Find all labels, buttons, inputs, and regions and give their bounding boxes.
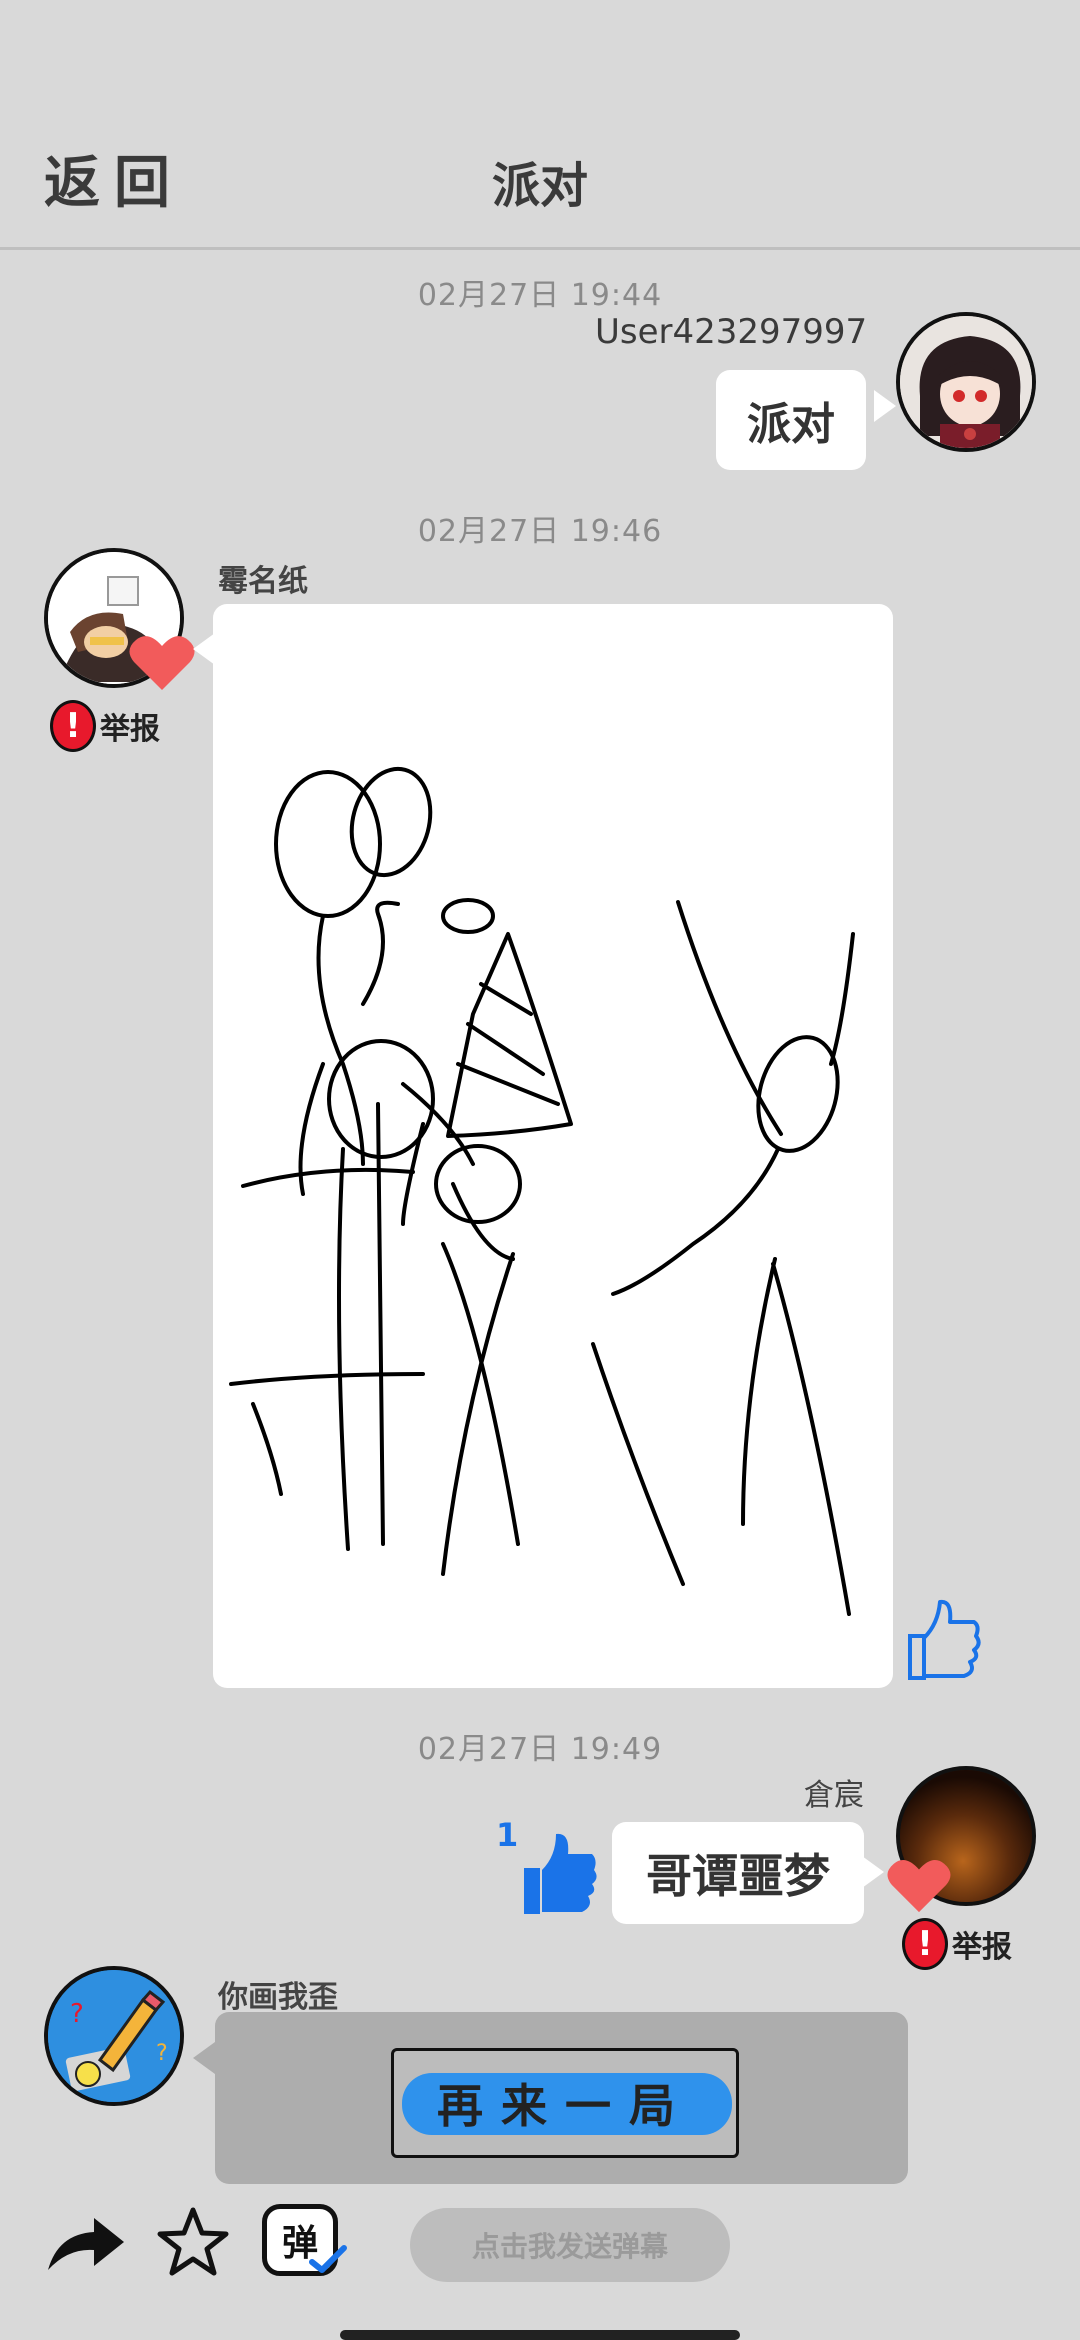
- exclamation-icon: !: [50, 700, 96, 752]
- username: 霉名纸: [218, 564, 308, 599]
- timestamp: 02月27日 19:46: [417, 514, 663, 549]
- thumbs-up-filled-icon[interactable]: [520, 1830, 598, 1920]
- drawing-canvas[interactable]: [213, 604, 893, 1688]
- username: User423297997: [595, 312, 868, 352]
- message-bubble[interactable]: 哥谭噩梦: [612, 1822, 864, 1924]
- danmaku-input[interactable]: 点击我发送弹幕: [410, 2208, 730, 2282]
- heart-icon[interactable]: [886, 1856, 952, 1920]
- timestamp: 02月27日 19:44: [417, 278, 663, 313]
- star-icon[interactable]: [156, 2206, 230, 2282]
- game-name: 你画我歪: [218, 1980, 338, 2015]
- header-divider: [0, 247, 1080, 250]
- check-icon: [309, 2245, 347, 2273]
- home-indicator[interactable]: [340, 2330, 740, 2340]
- heart-icon[interactable]: [128, 632, 196, 698]
- party-drawing: [229, 766, 855, 1616]
- message-bubble[interactable]: 派对: [716, 370, 866, 470]
- danmaku-toggle-icon[interactable]: 弹: [262, 2204, 347, 2280]
- bubble-tail: [193, 633, 215, 665]
- report-button[interactable]: ! 举报: [902, 1918, 1012, 1970]
- header: 返回 派对: [0, 0, 1080, 250]
- avatar[interactable]: ? ?: [44, 1966, 184, 2106]
- page-title: 派对: [491, 158, 588, 214]
- game-card: 再来一局: [215, 2012, 908, 2184]
- play-again-label: 再来一局: [437, 2079, 693, 2133]
- svg-text:?: ?: [70, 1999, 84, 2029]
- report-label: 举报: [952, 1930, 1012, 1965]
- report-button[interactable]: ! 举报: [50, 700, 160, 752]
- like-count: 1: [496, 1816, 519, 1854]
- thumbs-up-outline-icon[interactable]: [904, 1596, 982, 1686]
- svg-text:?: ?: [156, 2041, 168, 2066]
- report-label: 举报: [100, 712, 160, 747]
- bubble-tail: [874, 390, 896, 422]
- bubble-tail: [193, 2042, 215, 2074]
- avatar[interactable]: [896, 312, 1036, 452]
- timestamp: 02月27日 19:49: [417, 1732, 663, 1767]
- bubble-tail: [862, 1856, 884, 1888]
- share-icon[interactable]: [44, 2214, 128, 2278]
- play-again-button[interactable]: 再来一局: [391, 2048, 739, 2158]
- exclamation-icon: !: [902, 1918, 948, 1970]
- username: 倉宸: [804, 1778, 864, 1813]
